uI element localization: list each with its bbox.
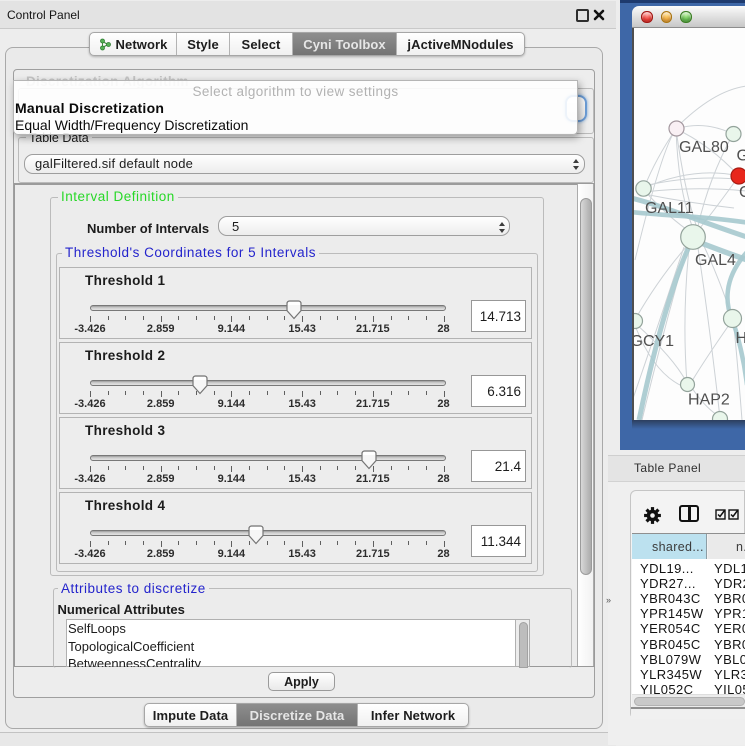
svg-text:GAL11: GAL11: [645, 200, 694, 217]
svg-text:GAL80: GAL80: [679, 139, 729, 156]
svg-text:CDC25: CDC25: [739, 184, 745, 201]
svg-text:HIS4: HIS4: [736, 330, 745, 347]
svg-text:GAL4: GAL4: [695, 252, 736, 269]
svg-text:GCY1: GCY1: [634, 333, 674, 350]
svg-text:HAP2: HAP2: [688, 392, 730, 409]
svg-text:GAL3: GAL3: [737, 148, 745, 165]
